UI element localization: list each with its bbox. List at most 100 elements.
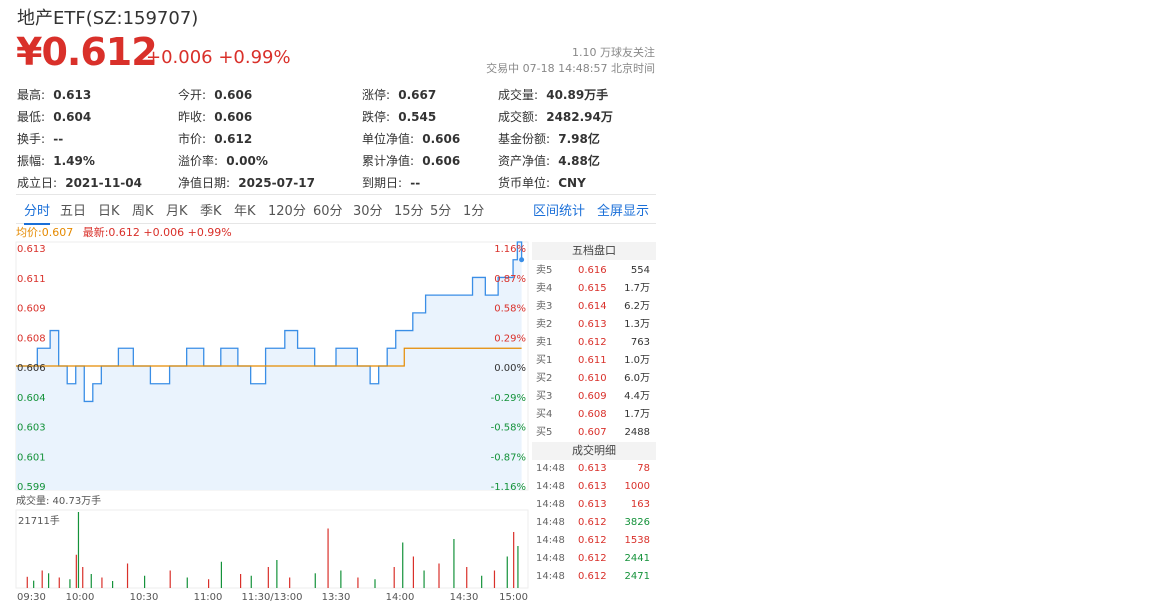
volume-bar [77,512,80,588]
order-level-label: 卖2 [536,319,553,330]
order-price: 0.611 [578,355,607,366]
volume-bar [314,573,316,588]
price-axis-label: 0.611 [17,274,46,285]
order-price: 0.613 [578,319,607,330]
volume-bar [126,563,129,588]
order-volume: 6.0万 [624,373,650,384]
order-price: 0.607 [578,427,607,438]
trade-time: 14:48 [536,463,565,474]
percent-axis-label: 0.00% [494,363,526,374]
volume-bar [513,531,515,588]
order-volume: 1.3万 [624,319,650,330]
time-axis-label: 11:00 [194,592,223,603]
trade-row: 14:48 0.613 163 [532,496,656,514]
price-axis-label: 0.603 [17,423,46,434]
volume-bar [101,577,103,588]
order-book-row: 买3 0.609 4.4万 [532,388,656,406]
volume-bar [393,566,395,588]
volume-bar [412,556,414,588]
trade-volume: 1538 [624,535,650,546]
volume-bar [357,577,359,588]
order-price: 0.609 [578,391,607,402]
price-axis-label: 0.599 [17,482,46,493]
order-volume: 4.4万 [624,391,650,402]
price-axis-label: 0.604 [17,393,46,404]
order-volume: 763 [630,337,650,348]
volume-bar [33,580,35,588]
trade-row: 14:48 0.612 2471 [532,568,656,586]
order-book-row: 卖4 0.615 1.7万 [532,280,656,298]
time-axis-label: 14:00 [386,592,415,603]
trade-time: 14:48 [536,481,565,492]
volume-bar [250,575,252,588]
trade-volume: 1000 [624,481,650,492]
percent-axis-label: 0.58% [494,304,526,315]
volume-bar [26,576,28,588]
order-book-row: 卖5 0.616 554 [532,262,656,280]
volume-bar [90,573,92,588]
trade-volume: 163 [630,499,650,510]
volume-bar [438,563,440,588]
order-level-label: 卖3 [536,301,553,312]
order-book-row: 卖1 0.612 763 [532,334,656,352]
trade-volume: 78 [637,463,650,474]
trade-price: 0.612 [578,571,607,582]
order-volume: 6.2万 [624,301,650,312]
time-axis-label: 13:30 [322,592,351,603]
trade-time: 14:48 [536,499,565,510]
volume-bar [402,542,404,588]
volume-bar [208,579,210,588]
trade-time: 14:48 [536,571,565,582]
price-axis-label: 0.601 [17,452,46,463]
trade-price: 0.612 [578,535,607,546]
trade-time: 14:48 [536,553,565,564]
percent-axis-label: -0.58% [491,423,526,434]
order-level-label: 买5 [536,427,553,438]
price-axis-label: 0.609 [17,304,46,315]
volume-bar [240,573,242,588]
percent-axis-label: 0.87% [494,274,526,285]
trade-volume: 2471 [624,571,650,582]
percent-axis-label: 1.16% [494,244,526,255]
latest-price-dot [519,257,525,263]
order-book-row: 买4 0.608 1.7万 [532,406,656,424]
volume-bar [48,573,50,588]
trade-row: 14:48 0.612 3826 [532,514,656,532]
time-axis-label: 09:30 [17,592,46,603]
order-level-label: 买4 [536,409,553,420]
trade-price: 0.613 [578,499,607,510]
volume-bar [423,570,425,588]
volume-bar [453,538,455,588]
trade-price: 0.612 [578,553,607,564]
order-level-label: 买3 [536,391,553,402]
order-volume: 554 [630,265,650,276]
time-axis-label: 14:30 [450,592,479,603]
trade-volume: 3826 [624,517,650,528]
time-axis-label: 10:00 [66,592,95,603]
order-book-row: 卖3 0.614 6.2万 [532,298,656,316]
time-axis-label: 11:30/13:00 [241,592,302,603]
volume-bar [374,579,376,588]
percent-axis-label: -0.29% [491,393,526,404]
order-volume: 1.0万 [624,355,650,366]
order-volume: 1.7万 [624,283,650,294]
percent-axis-label: -1.16% [491,482,526,493]
volume-bar [517,545,519,588]
volume-bar [169,570,171,588]
price-axis-label: 0.613 [17,244,46,255]
trade-row: 14:48 0.612 2441 [532,550,656,568]
order-book-row: 买1 0.611 1.0万 [532,352,656,370]
volume-bar [186,577,188,588]
trades-title: 成交明细 [532,442,656,460]
trade-price: 0.613 [578,463,607,474]
volume-bar [506,556,508,588]
volume-plot-frame [15,509,529,589]
order-price: 0.608 [578,409,607,420]
trade-price: 0.613 [578,481,607,492]
price-axis-label: 0.608 [17,333,46,344]
volume-bar [82,566,84,588]
volume-bar [144,575,146,588]
volume-bar [220,561,222,588]
volume-bar [276,559,278,588]
order-level-label: 卖5 [536,265,553,276]
